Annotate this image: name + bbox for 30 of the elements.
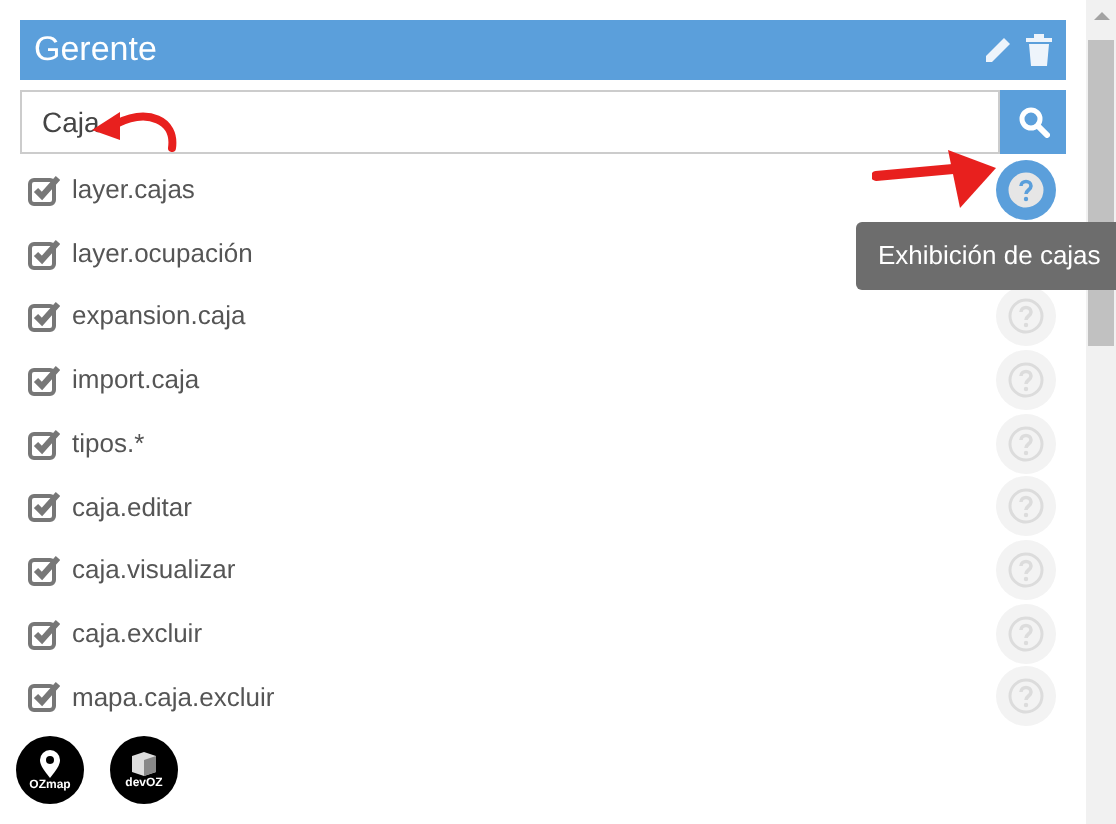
help-icon[interactable] bbox=[996, 159, 1056, 220]
cube-icon bbox=[128, 750, 160, 779]
permission-label: import.caja bbox=[72, 362, 200, 399]
checkbox[interactable] bbox=[28, 490, 60, 523]
map-pin-icon bbox=[38, 748, 62, 781]
permission-label: tipos.* bbox=[72, 425, 145, 462]
permission-label: caja.excluir bbox=[72, 615, 203, 652]
checkbox[interactable] bbox=[28, 617, 60, 650]
search-field[interactable]: Caja bbox=[20, 90, 1000, 154]
permission-label: layer.ocupación bbox=[72, 235, 253, 272]
checkbox[interactable] bbox=[28, 173, 60, 206]
permission-label: expansion.caja bbox=[72, 298, 246, 335]
checkbox[interactable] bbox=[28, 553, 60, 586]
search-icon bbox=[1017, 106, 1049, 138]
arrow-drawing bbox=[872, 148, 1000, 212]
trash-icon[interactable] bbox=[1026, 34, 1052, 66]
permission-label: mapa.caja.excluir bbox=[72, 679, 275, 716]
tooltip: Exhibición de cajas bbox=[856, 222, 1116, 290]
help-icon[interactable] bbox=[996, 286, 1056, 347]
permission-label: caja.editar bbox=[72, 489, 192, 526]
checkbox[interactable] bbox=[28, 300, 60, 333]
search-button[interactable] bbox=[1000, 90, 1066, 154]
panel-title: Gerente bbox=[34, 28, 157, 73]
pencil-icon[interactable] bbox=[982, 34, 1014, 66]
checkbox[interactable] bbox=[28, 427, 60, 460]
permission-label: caja.visualizar bbox=[72, 552, 236, 589]
checkbox[interactable] bbox=[28, 680, 60, 713]
checkbox[interactable] bbox=[28, 237, 60, 270]
checkbox[interactable] bbox=[28, 363, 60, 396]
permission-label: layer.cajas bbox=[72, 172, 195, 209]
